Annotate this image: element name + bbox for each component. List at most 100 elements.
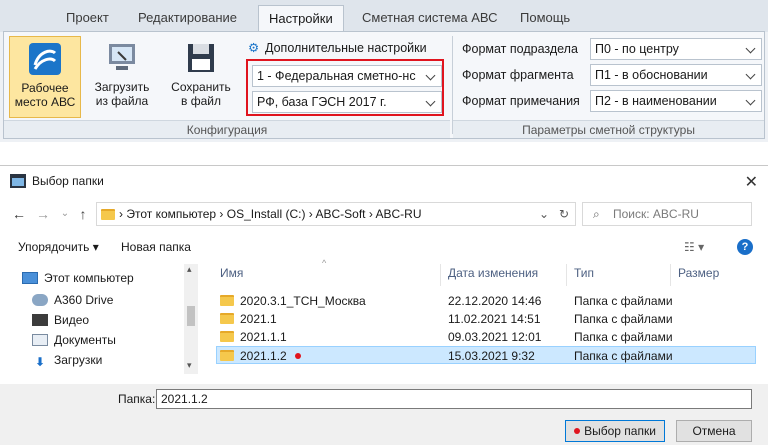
breadcrumb-abc-ru[interactable]: ABC-RU xyxy=(376,207,422,221)
floppy-disk-icon xyxy=(188,44,214,72)
folder-picker-dialog: Выбор папки ✕ ← → ⌄ ↑ › Этот компьютер ›… xyxy=(0,165,768,445)
back-arrow-icon[interactable]: ← xyxy=(10,204,28,224)
tree-item-a360[interactable]: A360 Drive xyxy=(32,290,113,310)
breadcrumb-abc-soft[interactable]: ABC-Soft xyxy=(315,207,365,221)
format-note-value: П2 - в наименовании xyxy=(595,94,717,108)
navigation-scrollbar[interactable]: ▴ ▾ xyxy=(184,264,198,374)
new-folder-button[interactable]: Новая папка xyxy=(121,240,191,254)
help-icon[interactable]: ? xyxy=(737,239,753,255)
format-fragment-value: П1 - в обосновании xyxy=(595,68,708,82)
file-list: ^ Имя Дата изменения Тип Размер 2020.3.1… xyxy=(200,258,768,374)
scroll-up-icon[interactable]: ▴ xyxy=(187,264,192,275)
search-placeholder: Поиск: ABC-RU xyxy=(613,207,699,221)
command-bar: Упорядочить ▾ Новая папка ☷ ▾ ? xyxy=(0,236,768,260)
red-marker-icon xyxy=(574,428,581,434)
file-row-selected[interactable]: 2021.1.2 15.03.2021 9:32 Папка с файлами xyxy=(216,346,756,364)
tree-item-label: Этот компьютер xyxy=(44,271,134,285)
save-label-2: в файл xyxy=(181,94,221,108)
select-folder-label: Выбор папки xyxy=(584,424,656,438)
file-row-type: Папка с файлами xyxy=(574,294,673,308)
file-row[interactable]: 2021.1 11.02.2021 14:51 Папка с файлами xyxy=(216,310,756,328)
file-row-date: 22.12.2020 14:46 xyxy=(448,294,542,308)
column-header-name[interactable]: Имя xyxy=(220,266,243,280)
tree-item-label: Загрузки xyxy=(54,353,103,367)
tree-item-label: A360 Drive xyxy=(54,293,114,307)
tab-project[interactable]: Проект xyxy=(56,5,119,32)
breadcrumb-separator-icon: › xyxy=(368,207,376,221)
file-row[interactable]: 2021.1.1 09.03.2021 12:01 Папка с файлам… xyxy=(216,328,756,346)
folder-field-label: Папка: xyxy=(118,392,156,406)
chevron-down-icon xyxy=(745,39,757,59)
tree-item-documents[interactable]: Документы xyxy=(32,330,116,350)
file-row-type: Папка с файлами xyxy=(574,349,673,363)
view-options-icon[interactable]: ☷ ▾ xyxy=(684,240,704,254)
tab-editing[interactable]: Редактирование xyxy=(128,5,247,32)
format-note-select[interactable]: П2 - в наименовании xyxy=(590,90,762,112)
column-divider[interactable] xyxy=(566,264,567,286)
file-row-name: 2021.1 xyxy=(240,312,277,326)
dialog-titlebar: Выбор папки ✕ xyxy=(0,166,768,196)
forward-arrow-icon[interactable]: → xyxy=(34,204,52,224)
address-bar[interactable]: › Этот компьютер › OS_Install (C:) › ABC… xyxy=(96,202,576,226)
workspace-abc-button[interactable]: Рабочее место АВС xyxy=(9,36,81,118)
dialog-footer: Папка: 2021.1.2 Выбор папки Отмена xyxy=(0,384,768,445)
column-header-size[interactable]: Размер xyxy=(678,266,719,280)
organize-button[interactable]: Упорядочить ▾ xyxy=(18,240,99,254)
address-dropdown-icon[interactable]: ⌄ xyxy=(539,203,549,225)
up-arrow-icon[interactable]: ↑ xyxy=(74,204,92,224)
breadcrumb-this-pc[interactable]: Этот компьютер xyxy=(126,207,216,221)
navigation-pane: Этот компьютер A360 Drive Видео Документ… xyxy=(0,264,200,374)
recent-chevron-icon[interactable]: ⌄ xyxy=(56,204,74,224)
breadcrumb-os-install[interactable]: OS_Install (C:) xyxy=(227,207,306,221)
tree-item-downloads[interactable]: ⬇ Загрузки xyxy=(32,350,102,370)
computer-icon xyxy=(22,272,38,284)
extra-settings-button[interactable]: ⚙ Дополнительные настройки xyxy=(248,38,427,58)
breadcrumb-separator-icon: › xyxy=(219,207,227,221)
column-header-type[interactable]: Тип xyxy=(574,266,594,280)
format-fragment-select[interactable]: П1 - в обосновании xyxy=(590,64,762,86)
scroll-thumb[interactable] xyxy=(187,306,195,326)
folder-icon xyxy=(220,313,234,324)
tab-abc-system[interactable]: Сметная система АВС xyxy=(352,5,508,32)
save-label-1: Сохранить xyxy=(171,80,231,94)
tree-item-video[interactable]: Видео xyxy=(32,310,89,330)
folder-icon xyxy=(220,350,234,361)
save-to-file-button[interactable]: Сохранить в файл xyxy=(160,36,242,118)
refresh-icon[interactable]: ↻ xyxy=(559,203,569,225)
column-header-date[interactable]: Дата изменения xyxy=(448,266,538,280)
chevron-down-icon xyxy=(745,65,757,85)
tab-help[interactable]: Помощь xyxy=(510,5,580,32)
file-row[interactable]: 2020.3.1_ТСН_Москва 22.12.2020 14:46 Пап… xyxy=(216,292,756,310)
format-note-label: Формат примечания xyxy=(462,94,580,108)
search-input[interactable]: ⌕ Поиск: ABC-RU xyxy=(582,202,752,226)
column-divider[interactable] xyxy=(440,264,441,286)
file-row-type: Папка с файлами xyxy=(574,312,673,326)
load-label-1: Загрузить xyxy=(94,80,150,94)
search-icon: ⌕ xyxy=(593,207,600,221)
close-icon[interactable]: ✕ xyxy=(745,172,758,192)
scroll-down-icon[interactable]: ▾ xyxy=(187,360,192,371)
sort-ascending-icon: ^ xyxy=(322,258,327,268)
select-folder-button[interactable]: Выбор папки xyxy=(565,420,665,442)
file-row-name: 2021.1.2 xyxy=(240,349,287,363)
red-highlight-frame xyxy=(246,59,444,116)
file-row-type: Папка с файлами xyxy=(574,330,673,344)
load-computer-icon xyxy=(109,44,135,70)
dialog-app-icon xyxy=(10,174,26,188)
format-section-label: Формат подраздела xyxy=(462,42,578,56)
tab-settings[interactable]: Настройки xyxy=(258,5,344,32)
format-section-select[interactable]: П0 - по центру xyxy=(590,38,762,60)
group-label-estimate-structure: Параметры сметной структуры xyxy=(453,120,764,138)
file-row-name: 2021.1.1 xyxy=(240,330,287,344)
video-icon xyxy=(32,314,48,326)
column-divider[interactable] xyxy=(670,264,671,286)
ribbon-tab-strip: Проект Редактирование Настройки Сметная … xyxy=(0,0,768,32)
file-row-date: 09.03.2021 12:01 xyxy=(448,330,542,344)
load-from-file-button[interactable]: Загрузить из файла xyxy=(84,36,160,118)
folder-name-input[interactable]: 2021.1.2 xyxy=(156,389,752,409)
cancel-button[interactable]: Отмена xyxy=(676,420,752,442)
workspace-label-2: место АВС xyxy=(14,95,76,109)
dialog-title: Выбор папки xyxy=(32,174,104,188)
red-marker-icon xyxy=(294,353,301,359)
tree-item-this-pc[interactable]: Этот компьютер xyxy=(22,268,134,288)
